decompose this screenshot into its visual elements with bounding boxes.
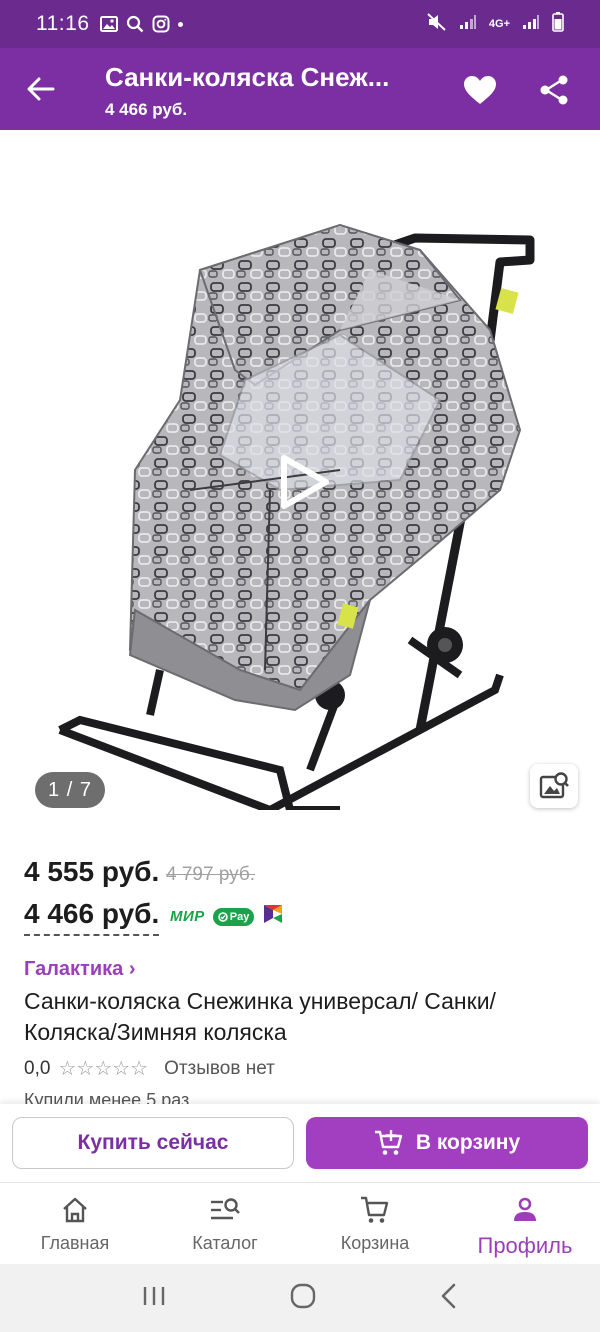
recent-apps-icon [143, 1286, 165, 1305]
heart-icon [464, 76, 496, 104]
nav-item-home[interactable]: Главная [0, 1183, 150, 1264]
nav-label-profile: Профиль [477, 1233, 573, 1258]
product-gallery[interactable]: 1 / 7 [0, 130, 600, 830]
bottom-navigation: Главная Каталог Корзина Профиль [0, 1182, 600, 1264]
nav-label-catalog: Каталог [192, 1233, 258, 1253]
reviews-count: Отзывов нет [164, 1057, 275, 1079]
mute-icon [427, 12, 447, 36]
image-icon [99, 16, 118, 32]
instagram-icon [152, 15, 170, 33]
action-bar: Купить сейчас В корзину [0, 1104, 600, 1182]
profile-icon [511, 1195, 539, 1225]
nav-label-home: Главная [40, 1233, 110, 1253]
status-notifications [99, 15, 183, 33]
catalog-search-icon [209, 1195, 241, 1225]
current-price: 4 555 руб. [24, 856, 160, 887]
page-title: Санки-коляска Снеж... [105, 62, 390, 92]
back-system-button[interactable] [439, 1283, 459, 1314]
rating-value: 0,0 [24, 1057, 51, 1079]
add-to-cart-button[interactable]: В корзину [306, 1117, 588, 1169]
image-search-icon [539, 772, 569, 799]
more-notifications-dot [177, 21, 183, 27]
signal-icon-2 [522, 14, 540, 35]
old-price: 4 797 руб. [166, 864, 256, 885]
share-button[interactable] [534, 70, 574, 110]
status-time: 11:16 [36, 12, 90, 35]
payment-methods: МИР Pay [170, 903, 284, 930]
nav-item-profile[interactable]: Профиль [450, 1183, 600, 1264]
home-circle-icon [290, 1283, 316, 1308]
nav-label-cart: Корзина [340, 1233, 410, 1253]
share-icon [540, 75, 568, 105]
buy-now-button[interactable]: Купить сейчас [12, 1117, 294, 1169]
product-title: Санки-коляска Снежинка универсал/ Санки/… [24, 988, 496, 1045]
status-system-icons: 4G+ [427, 11, 564, 37]
rating-row[interactable]: 0,0 ☆☆☆☆☆ Отзывов нет [24, 1056, 275, 1081]
favorite-button[interactable] [460, 70, 500, 110]
play-icon [281, 455, 329, 509]
chevron-left-icon [441, 1283, 456, 1308]
mir-logo-icon: МИР [170, 908, 205, 925]
home-icon [61, 1195, 89, 1225]
arrow-back-icon [27, 77, 55, 101]
rating-stars-icon: ☆☆☆☆☆ [58, 1058, 149, 1080]
signal-icon [459, 14, 477, 35]
add-cart-icon [374, 1130, 403, 1155]
play-video-button[interactable] [270, 450, 334, 514]
back-button[interactable] [22, 70, 60, 108]
brand-link[interactable]: Галактика › [24, 958, 135, 981]
gpay-label: Pay [229, 910, 250, 923]
nav-item-cart[interactable]: Корзина [300, 1183, 450, 1264]
search-icon [126, 15, 144, 33]
recent-apps-button[interactable] [141, 1285, 167, 1312]
visual-search-button[interactable] [530, 764, 578, 808]
card-price[interactable]: 4 466 руб. [24, 898, 160, 936]
battery-icon [552, 11, 564, 37]
home-system-button[interactable] [289, 1282, 317, 1315]
page-subtitle-price: 4 466 руб. [105, 100, 188, 119]
app-bar: Санки-коляска Снеж... 4 466 руб. [0, 48, 600, 130]
sbp-logo-icon [262, 903, 284, 930]
status-bar: 11:16 4G+ [0, 0, 600, 48]
image-counter: 1 / 7 [35, 772, 105, 808]
gpay-logo-icon: Pay [212, 907, 255, 926]
system-navigation [0, 1264, 600, 1332]
add-to-cart-label: В корзину [415, 1131, 521, 1154]
nav-item-catalog[interactable]: Каталог [150, 1183, 300, 1264]
cart-icon [360, 1195, 390, 1225]
network-type: 4G+ [488, 17, 510, 30]
